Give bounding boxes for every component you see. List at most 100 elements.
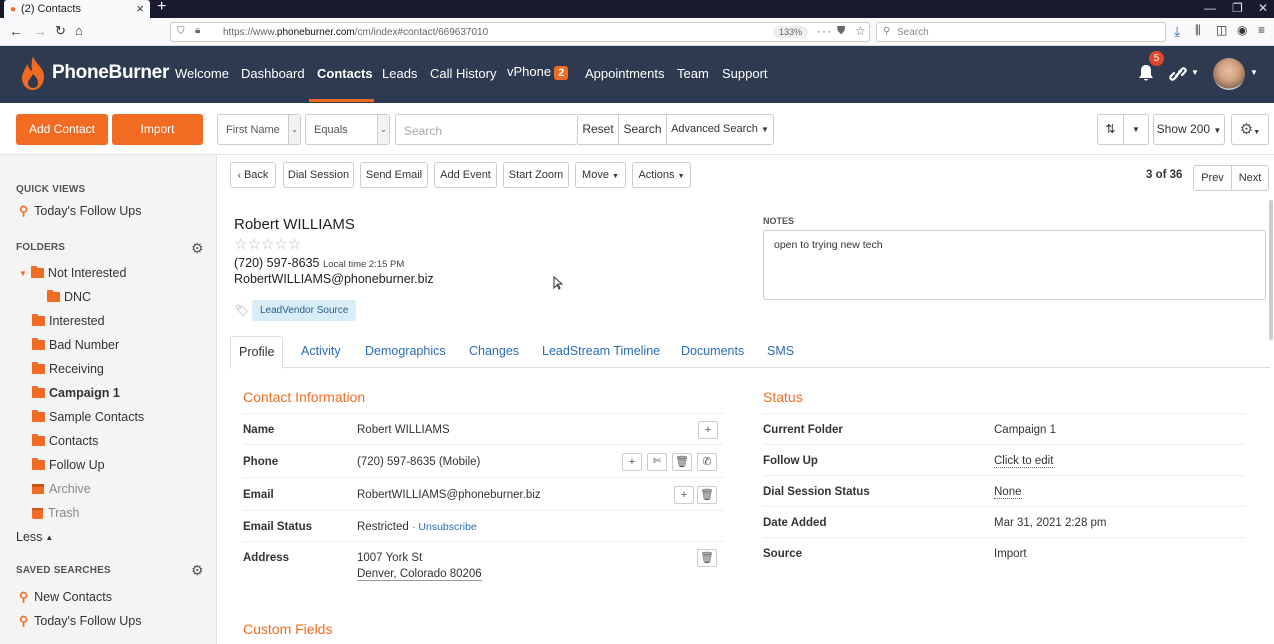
search-input[interactable]: Search	[395, 114, 578, 145]
tab-leadstream-timeline[interactable]: LeadStream Timeline	[542, 344, 660, 358]
link-icon[interactable]	[1168, 64, 1190, 84]
folder-dnc[interactable]: DNC	[47, 290, 91, 304]
reload-icon[interactable]: ↻	[55, 23, 66, 39]
field-select[interactable]: First Name ⌄	[217, 114, 301, 145]
forward-arrow-icon[interactable]: →	[33, 23, 47, 39]
star-icon[interactable]: ☆	[274, 236, 287, 253]
star-rating[interactable]: ☆☆☆☆☆	[234, 235, 301, 253]
prev-button[interactable]: Prev	[1193, 165, 1232, 191]
folder-follow-up[interactable]: Follow Up	[32, 458, 105, 472]
nav-leads[interactable]: Leads	[382, 66, 417, 81]
tab-sms[interactable]: SMS	[767, 344, 794, 358]
close-window-icon[interactable]: ✕	[1258, 1, 1268, 15]
folder-sample-contacts[interactable]: Sample Contacts	[32, 410, 144, 424]
saved-search-new-contacts[interactable]: ⚲ New Contacts	[19, 589, 112, 605]
lead-source-tag[interactable]: LeadVendor Source	[252, 300, 357, 321]
tab-documents[interactable]: Documents	[681, 344, 744, 358]
field-value-email[interactable]: RobertWILLIAMS@phoneburner.biz	[357, 489, 541, 501]
browser-search[interactable]: ⚲ Search	[876, 22, 1166, 42]
folder-archive[interactable]: Archive	[32, 482, 91, 496]
tab-changes[interactable]: Changes	[469, 344, 519, 358]
new-tab-icon[interactable]: +	[157, 0, 166, 16]
call-phone-icon[interactable]: ✆	[697, 453, 717, 471]
add-event-button[interactable]: Add Event	[434, 162, 497, 188]
tab-activity[interactable]: Activity	[301, 344, 341, 358]
block-phone-icon[interactable]: ✄	[647, 453, 667, 471]
actions-dropdown[interactable]: Actions ▼	[632, 162, 691, 188]
saved-search-todays-follow-ups[interactable]: ⚲ Today's Follow Ups	[19, 613, 141, 629]
profile-caret-icon[interactable]: ▼	[1250, 68, 1258, 77]
nav-welcome[interactable]: Welcome	[175, 66, 229, 81]
folder-bad-number[interactable]: Bad Number	[32, 338, 119, 352]
move-dropdown[interactable]: Move ▼	[575, 162, 626, 188]
start-zoom-button[interactable]: Start Zoom	[503, 162, 569, 188]
nav-support[interactable]: Support	[722, 66, 768, 81]
restore-icon[interactable]: ❐	[1232, 1, 1243, 15]
folder-not-interested[interactable]: ▼ Not Interested	[19, 266, 126, 280]
logo[interactable]: PhoneBurner	[20, 56, 169, 90]
minimize-icon[interactable]: —	[1204, 1, 1216, 15]
field-value-address-line2[interactable]: Denver, Colorado 80206	[357, 568, 482, 581]
send-email-button[interactable]: Send Email	[360, 162, 428, 188]
sort-icon[interactable]: ⇅	[1097, 114, 1124, 145]
delete-phone-icon[interactable]: 🗑︎	[672, 453, 692, 471]
less-toggle[interactable]: Less ▲	[16, 530, 53, 544]
folder-interested[interactable]: Interested	[32, 314, 105, 328]
star-icon[interactable]: ☆	[288, 236, 301, 253]
folder-receiving[interactable]: Receiving	[32, 362, 104, 376]
folder-campaign-1[interactable]: Campaign 1	[32, 386, 120, 400]
settings-gear-icon[interactable]: ⚙▼	[1231, 114, 1269, 145]
more-icon[interactable]: ···	[817, 24, 832, 38]
avatar[interactable]	[1213, 58, 1245, 90]
import-button[interactable]: Import	[112, 114, 203, 145]
link-caret-icon[interactable]: ▼	[1191, 68, 1199, 77]
folders-gear-icon[interactable]: ⚙	[191, 240, 204, 257]
folder-trash[interactable]: Trash	[32, 506, 80, 520]
home-icon[interactable]: ⌂	[75, 23, 83, 38]
notes-textarea[interactable]: open to trying new tech	[763, 230, 1266, 300]
tab-demographics[interactable]: Demographics	[365, 344, 446, 358]
back-arrow-icon[interactable]: ←	[9, 23, 23, 39]
saved-searches-gear-icon[interactable]: ⚙	[191, 562, 204, 579]
sort-caret-icon[interactable]: ▼	[1124, 114, 1149, 145]
nav-vphone[interactable]: vPhone 2	[507, 64, 569, 80]
contact-email[interactable]: RobertWILLIAMS@phoneburner.biz	[234, 272, 434, 286]
add-phone-button[interactable]: +	[622, 453, 642, 471]
status-value-dial-session[interactable]: None	[994, 486, 1022, 499]
nav-team[interactable]: Team	[677, 66, 709, 81]
menu-icon[interactable]: ≡	[1258, 23, 1265, 37]
reset-button[interactable]: Reset	[578, 114, 619, 145]
pocket-icon[interactable]: ⛊	[837, 25, 845, 38]
search-button[interactable]: Search	[619, 114, 667, 145]
bookmark-star-icon[interactable]: ☆	[855, 24, 866, 38]
back-button[interactable]: ‹ Back	[230, 162, 276, 188]
download-icon[interactable]: ⤓	[1174, 23, 1180, 40]
url-bar[interactable]: ⛉ 🔒︎ https://www.phoneburner.com/cm/inde…	[170, 22, 870, 42]
nav-contacts[interactable]: Contacts	[317, 66, 373, 81]
dial-session-button[interactable]: Dial Session	[283, 162, 354, 188]
zoom-level[interactable]: 133%	[773, 26, 809, 38]
folder-contacts[interactable]: Contacts	[32, 434, 98, 448]
star-icon[interactable]: ☆	[234, 236, 247, 253]
bell-icon[interactable]	[1137, 64, 1155, 82]
contact-phone[interactable]: (720) 597-8635	[234, 256, 319, 270]
close-tab-icon[interactable]: ×	[136, 1, 144, 16]
add-contact-button[interactable]: Add Contact	[16, 114, 108, 145]
library-icon[interactable]: ⫼	[1195, 23, 1201, 38]
delete-address-icon[interactable]: 🗑︎	[697, 549, 717, 567]
operator-select[interactable]: Equals ⌄	[305, 114, 390, 145]
nav-dashboard[interactable]: Dashboard	[241, 66, 305, 81]
next-button[interactable]: Next	[1231, 165, 1269, 191]
unsubscribe-link[interactable]: · Unsubscribe	[412, 521, 477, 533]
follow-up-edit-link[interactable]: Click to edit	[994, 455, 1054, 468]
add-name-button[interactable]: +	[698, 421, 718, 439]
quick-view-todays-follow-ups[interactable]: ⚲ Today's Follow Ups	[19, 203, 141, 219]
browser-tab[interactable]: ● (2) Contacts ×	[4, 0, 150, 18]
account-icon[interactable]: ◉	[1237, 23, 1247, 37]
sidebar-toggle-icon[interactable]: ◫	[1216, 23, 1227, 37]
field-value-phone[interactable]: (720) 597-8635 (Mobile)	[357, 456, 480, 468]
star-icon[interactable]: ☆	[261, 236, 274, 253]
star-icon[interactable]: ☆	[247, 236, 260, 253]
add-email-button[interactable]: +	[674, 486, 694, 504]
scrollbar[interactable]	[1269, 200, 1273, 340]
